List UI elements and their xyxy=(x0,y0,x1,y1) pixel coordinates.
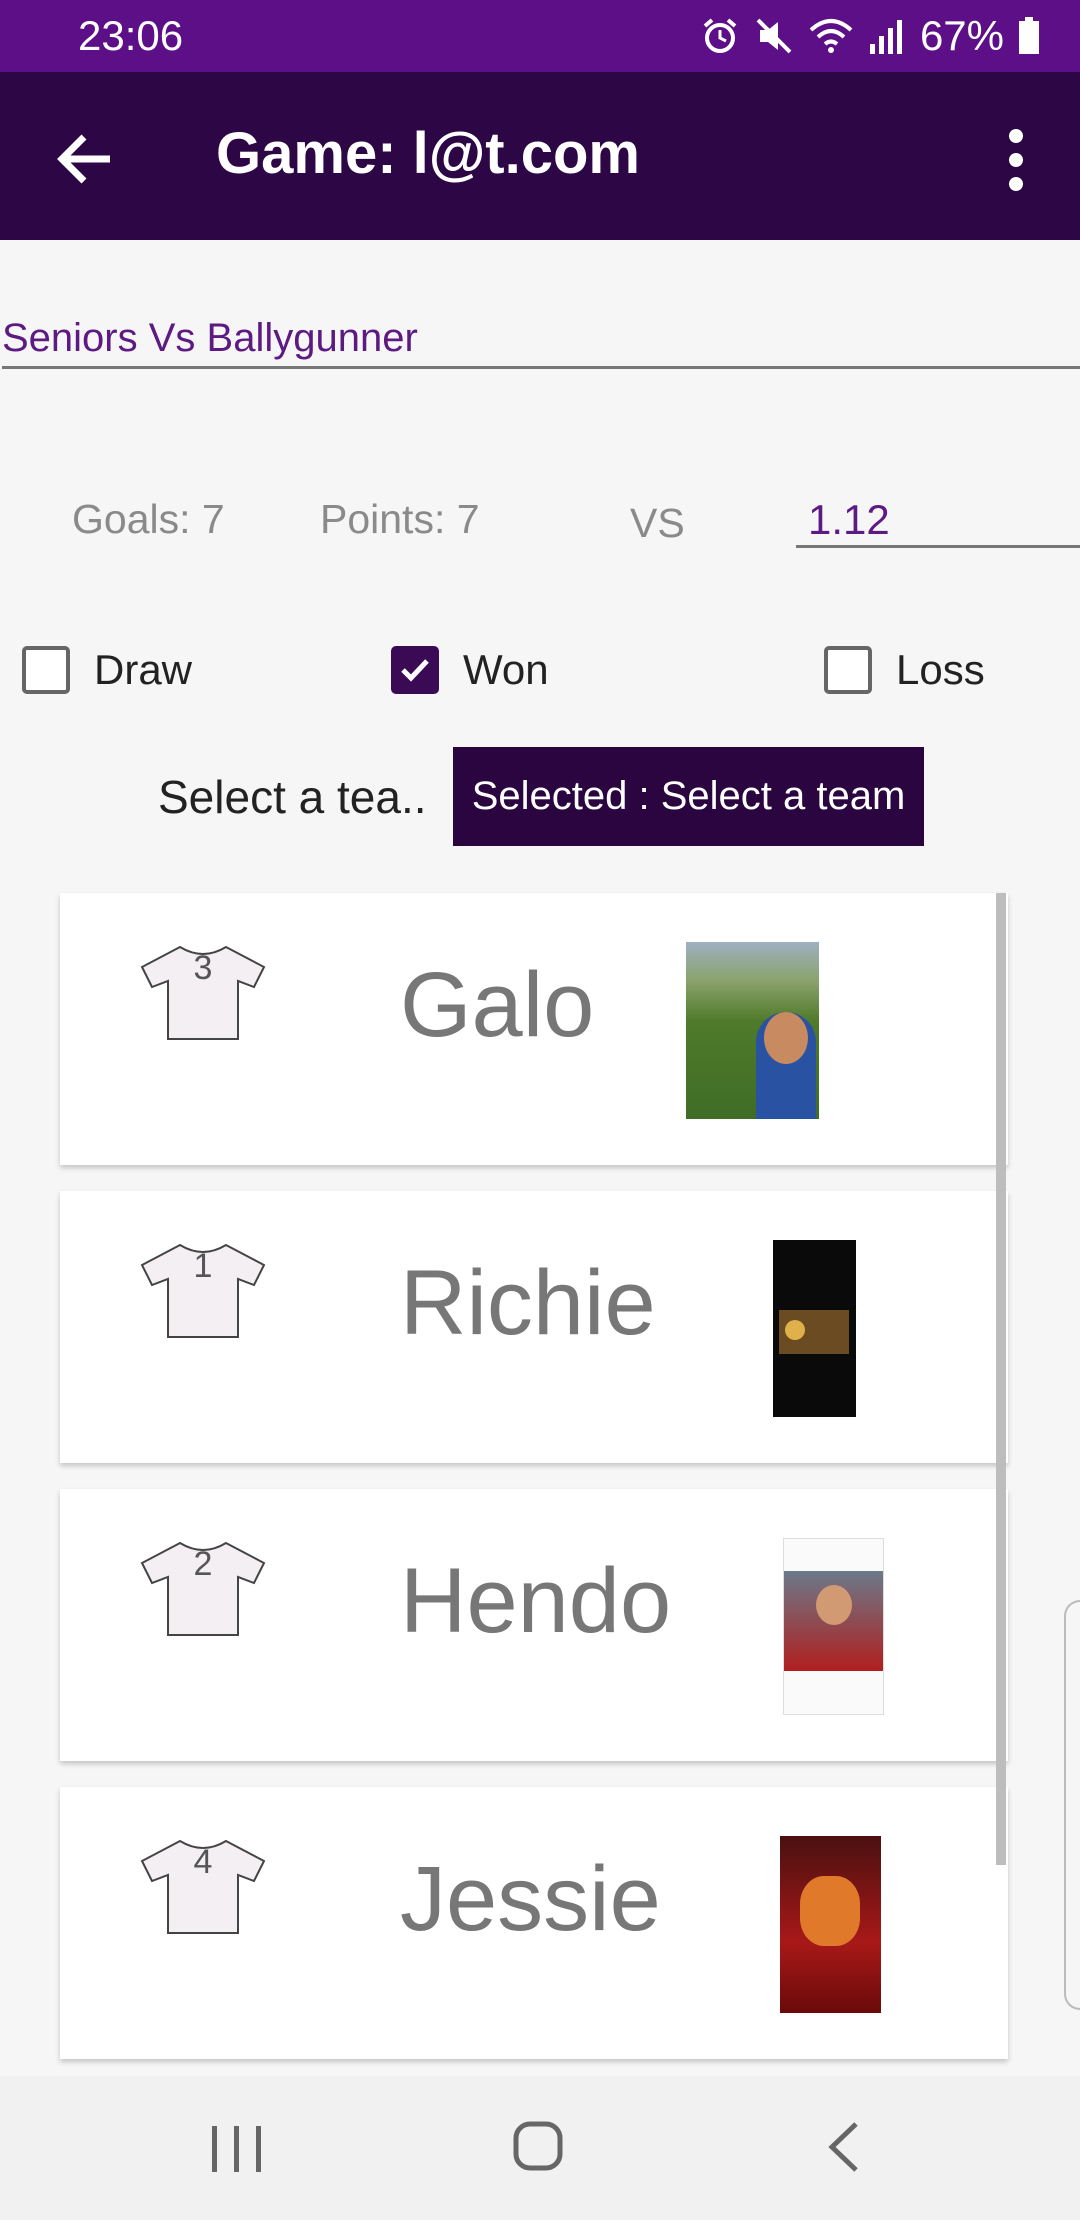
select-team-button[interactable]: Selected : Select a team xyxy=(453,747,924,846)
status-bar: 23:06 67% xyxy=(0,0,1080,72)
opponent-score-field[interactable]: 1.12 xyxy=(796,496,1080,548)
player-photo xyxy=(686,942,819,1119)
home-icon[interactable] xyxy=(512,2120,564,2172)
goals-label: Goals: 7 xyxy=(72,496,225,542)
recent-apps-icon[interactable] xyxy=(208,2124,266,2174)
player-card[interactable]: 3 Galo xyxy=(60,893,1008,1165)
shirt-number: 1 xyxy=(193,1247,213,1285)
status-icons: 67% xyxy=(700,10,1040,62)
player-photo xyxy=(783,1538,884,1715)
system-nav-bar xyxy=(0,2076,1080,2220)
points-label: Points: 7 xyxy=(320,496,480,542)
mute-icon xyxy=(756,18,792,54)
loss-label: Loss xyxy=(896,646,985,693)
alarm-icon xyxy=(703,18,737,53)
battery-icon xyxy=(1019,17,1039,54)
edge-panel-handle[interactable] xyxy=(1064,1600,1080,2010)
back-arrow-icon[interactable] xyxy=(50,124,120,194)
player-photo xyxy=(780,1836,881,2013)
draw-label: Draw xyxy=(94,646,193,693)
status-time: 23:06 xyxy=(78,12,184,59)
player-name: Galo xyxy=(400,954,595,1056)
shirt-number: 3 xyxy=(193,949,213,987)
signal-icon xyxy=(869,20,902,54)
more-vert-icon[interactable] xyxy=(986,120,1046,200)
player-name: Richie xyxy=(400,1252,656,1354)
draw-checkbox[interactable]: Draw xyxy=(22,646,192,694)
player-card[interactable]: 1 Richie xyxy=(60,1191,1008,1463)
app-bar: Game: l@t.com xyxy=(0,72,1080,240)
shirt-number: 4 xyxy=(193,1843,213,1881)
page-title: Game: l@t.com xyxy=(216,121,640,186)
loss-checkbox[interactable]: Loss xyxy=(824,646,985,694)
wifi-icon xyxy=(809,19,853,53)
loss-checkbox-box[interactable] xyxy=(824,646,872,694)
check-icon xyxy=(401,659,429,682)
battery-percentage: 67% xyxy=(919,12,1004,59)
list-scrollbar[interactable] xyxy=(996,893,1006,1865)
player-name: Hendo xyxy=(400,1550,672,1652)
nav-back-icon[interactable] xyxy=(820,2120,870,2174)
won-label: Won xyxy=(463,646,549,693)
draw-checkbox-box[interactable] xyxy=(22,646,70,694)
game-name-field[interactable]: Seniors Vs Ballygunner xyxy=(2,316,1080,369)
vs-label: VS xyxy=(630,500,685,546)
player-name: Jessie xyxy=(400,1848,661,1950)
player-photo xyxy=(773,1240,856,1417)
won-checkbox-box[interactable] xyxy=(391,646,439,694)
player-card[interactable]: 4 Jessie xyxy=(60,1787,1008,2059)
select-team-label: Select a tea.. xyxy=(158,771,427,823)
player-card[interactable]: 2 Hendo xyxy=(60,1489,1008,1761)
shirt-number: 2 xyxy=(193,1545,213,1583)
won-checkbox[interactable]: Won xyxy=(391,646,549,694)
